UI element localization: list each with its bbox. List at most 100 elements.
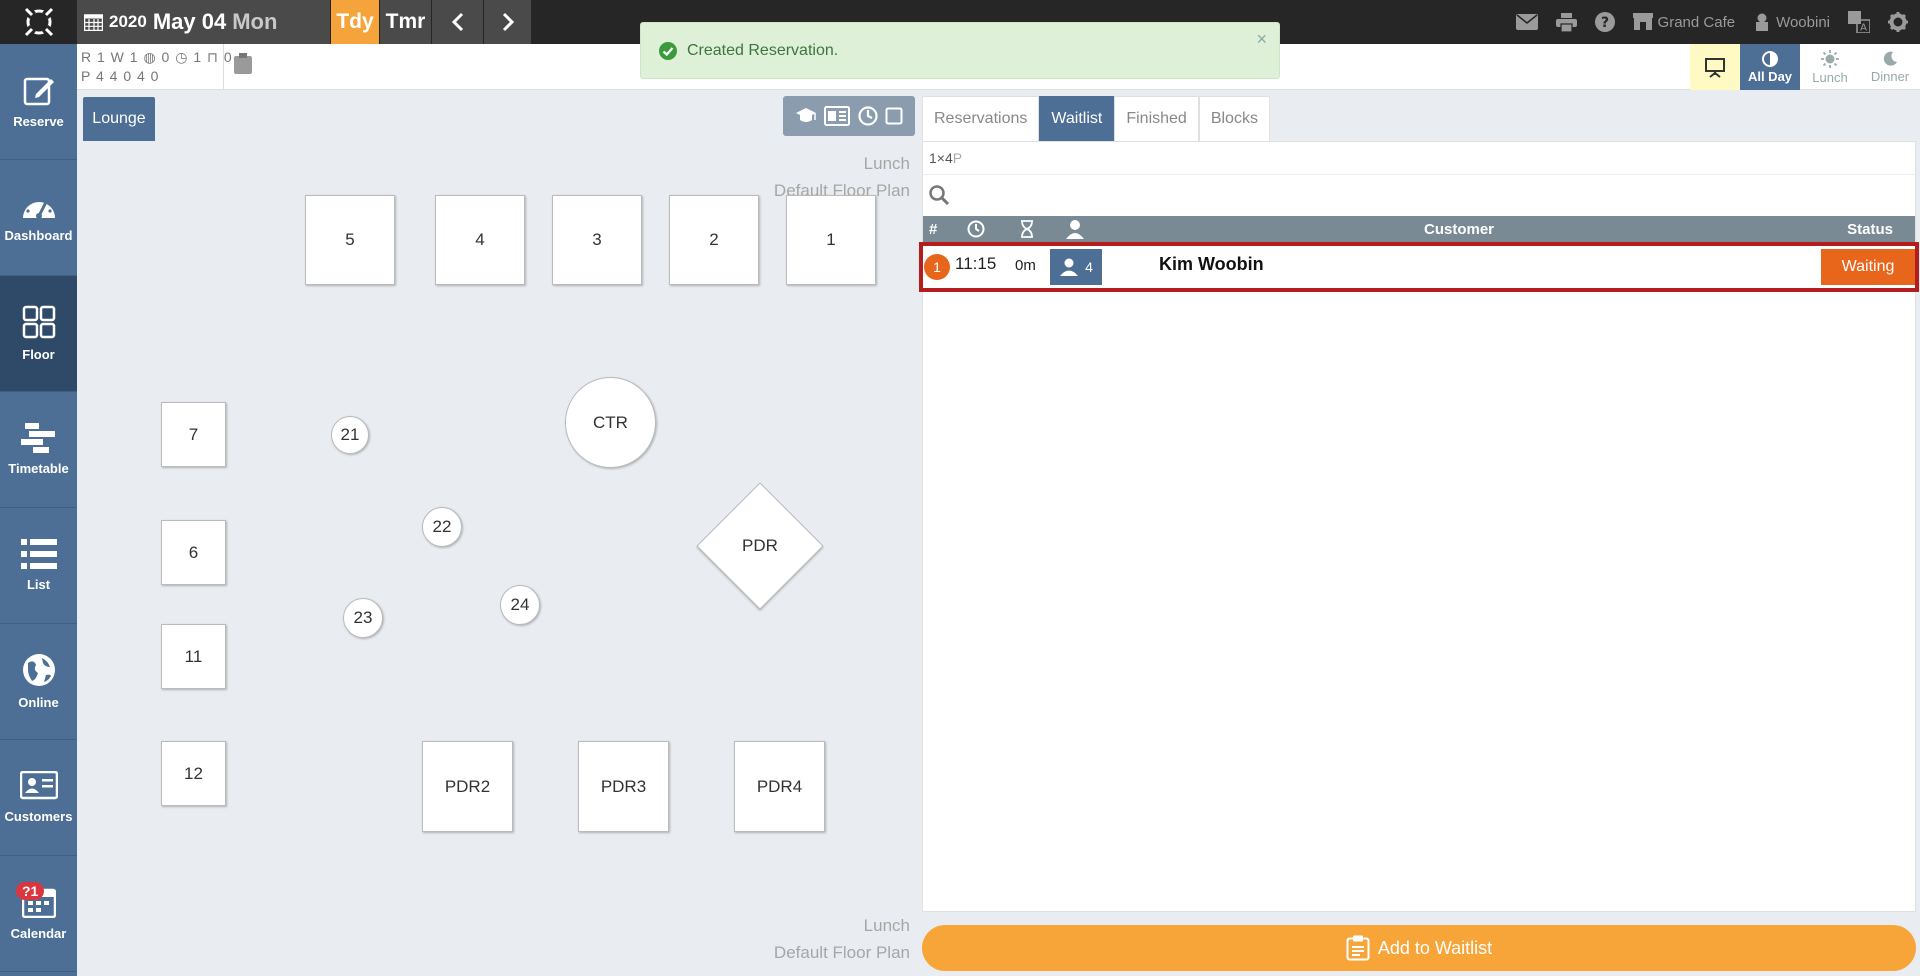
contact-card-icon — [19, 771, 58, 800]
table-label: PDR — [742, 536, 778, 555]
party-size-icon[interactable] — [1065, 216, 1085, 242]
add-to-waitlist-button[interactable]: Add to Waitlist — [922, 925, 1916, 971]
sidebar-item-floor[interactable]: Floor — [0, 276, 77, 392]
tab-reservations[interactable]: Reservations — [922, 96, 1040, 142]
tab-waitlist[interactable]: Waitlist — [1039, 96, 1115, 142]
table-pdr4[interactable]: PDR4 — [734, 741, 825, 832]
tab-finished[interactable]: Finished — [1114, 96, 1199, 142]
table-21[interactable]: 21 — [331, 416, 369, 454]
gear-icon — [1888, 12, 1908, 32]
table-ctr[interactable]: CTR — [565, 377, 656, 468]
user-menu[interactable]: Woobini — [1753, 13, 1830, 31]
row-number: 1 — [924, 254, 950, 280]
edit-icon — [23, 77, 54, 106]
toast-close-button[interactable]: × — [1256, 29, 1267, 50]
help-icon: ? — [1594, 12, 1615, 32]
language-button[interactable]: A — [1848, 11, 1870, 33]
table-pdr2[interactable]: PDR2 — [422, 741, 513, 832]
table-6[interactable]: 6 — [161, 520, 226, 585]
table-1[interactable]: 1 — [786, 195, 876, 285]
chevron-right-icon — [502, 12, 514, 32]
table-header: # Customer Status — [923, 216, 1915, 242]
row-party-size[interactable]: 4 — [1050, 249, 1102, 285]
sidebar-item-list[interactable]: List — [0, 508, 77, 624]
shift-lunch[interactable]: Lunch — [1800, 44, 1860, 90]
globe-icon — [22, 654, 55, 686]
sidebar-item-online[interactable]: Online — [0, 624, 77, 740]
id-card-icon[interactable] — [824, 106, 851, 126]
table-24[interactable]: 24 — [500, 585, 540, 625]
stats-row-people: P 4 4 0 4 0 — [81, 68, 160, 84]
sidebar-item-label: Dashboard — [4, 228, 73, 243]
date-weekday: Mon — [232, 9, 278, 34]
sidebar-item-reserve[interactable]: Reserve — [0, 44, 77, 160]
table-23[interactable]: 23 — [343, 598, 383, 638]
reservation-stats: R 1 W 1 ◍ 0 ◷ 1 ⊓ 0 P 4 4 0 4 0 — [81, 48, 233, 86]
person-icon — [1060, 258, 1079, 276]
shift-all-day[interactable]: All Day — [1740, 44, 1800, 90]
shift-dinner[interactable]: Dinner — [1860, 44, 1920, 90]
floor-toolbar — [783, 96, 915, 136]
calendar-icon — [84, 13, 103, 31]
add-to-waitlist-label: Add to Waitlist — [1377, 937, 1493, 958]
messages-button[interactable] — [1515, 14, 1538, 30]
envelope-icon — [1515, 14, 1538, 30]
table-7[interactable]: 7 — [161, 402, 226, 467]
row-customer-name[interactable]: Kim Woobin — [1159, 254, 1264, 275]
table-4[interactable]: 4 — [435, 195, 525, 285]
clock-icon[interactable] — [967, 216, 985, 242]
help-button[interactable]: ? — [1594, 12, 1615, 32]
shift-label: Lunch — [1812, 69, 1848, 85]
graduation-cap-icon[interactable] — [795, 107, 817, 125]
restaurant-selector[interactable]: Grand Cafe — [1632, 13, 1735, 31]
svg-text:?: ? — [1600, 15, 1608, 31]
hourglass-icon[interactable] — [1020, 216, 1034, 242]
clipboard-icon[interactable] — [232, 53, 254, 75]
list-icon — [20, 539, 57, 569]
logo-icon — [22, 6, 55, 38]
sidebar-item-customers[interactable]: Customers — [0, 740, 77, 856]
table-row[interactable]: 1 11:15 0m 4 Kim Woobin Waiting — [919, 242, 1919, 292]
print-button[interactable] — [1555, 12, 1577, 32]
status-badge[interactable]: Waiting — [1821, 249, 1915, 285]
table-22[interactable]: 22 — [422, 507, 462, 547]
table-2[interactable]: 2 — [669, 195, 759, 285]
chevron-left-icon — [451, 12, 463, 32]
search-input[interactable] — [957, 179, 1897, 211]
floor-view-toggle[interactable] — [1690, 44, 1740, 90]
prev-day-button[interactable] — [432, 0, 483, 44]
check-circle-icon — [659, 41, 677, 60]
sidebar-item-label: Online — [18, 695, 59, 710]
tab-blocks[interactable]: Blocks — [1198, 96, 1270, 142]
presentation-icon — [1705, 58, 1725, 78]
sidebar-item-dashboard[interactable]: Dashboard — [0, 160, 77, 276]
room-tab-lounge[interactable]: Lounge — [83, 97, 155, 141]
column-customer[interactable]: Customer — [1424, 216, 1494, 242]
sidebar-item-label: Timetable — [8, 461, 69, 476]
table-5[interactable]: 5 — [305, 195, 395, 285]
gauge-icon — [22, 196, 55, 219]
sidebar-item-calendar[interactable]: ?1 Calendar — [0, 856, 77, 972]
settings-button[interactable] — [1888, 12, 1908, 32]
success-toast: Created Reservation. × — [640, 22, 1280, 79]
clock-icon[interactable] — [858, 106, 878, 126]
app-logo[interactable] — [0, 0, 77, 44]
row-time: 11:15 — [955, 254, 997, 273]
column-status[interactable]: Status — [1847, 216, 1893, 242]
panel-tabs: Reservations Waitlist Finished Blocks — [922, 96, 1270, 142]
table-3[interactable]: 3 — [552, 195, 642, 285]
table-pdr3[interactable]: PDR3 — [578, 741, 669, 832]
shift-label: All Day — [1747, 68, 1793, 84]
plan-name: Default Floor Plan — [773, 943, 910, 962]
table-11[interactable]: 11 — [161, 624, 226, 689]
tomorrow-button[interactable]: Tmr — [380, 0, 431, 44]
square-icon[interactable] — [885, 107, 903, 125]
next-day-button[interactable] — [484, 0, 531, 44]
shift-label: Lunch — [863, 154, 910, 173]
chef-icon — [1756, 13, 1769, 31]
date-picker[interactable]: 2020 May 04 Mon — [77, 0, 330, 44]
sidebar-item-timetable[interactable]: Timetable — [0, 392, 77, 508]
today-button[interactable]: Tdy — [331, 0, 379, 44]
table-12[interactable]: 12 — [161, 741, 226, 806]
calendar-badge: ?1 — [16, 882, 45, 900]
